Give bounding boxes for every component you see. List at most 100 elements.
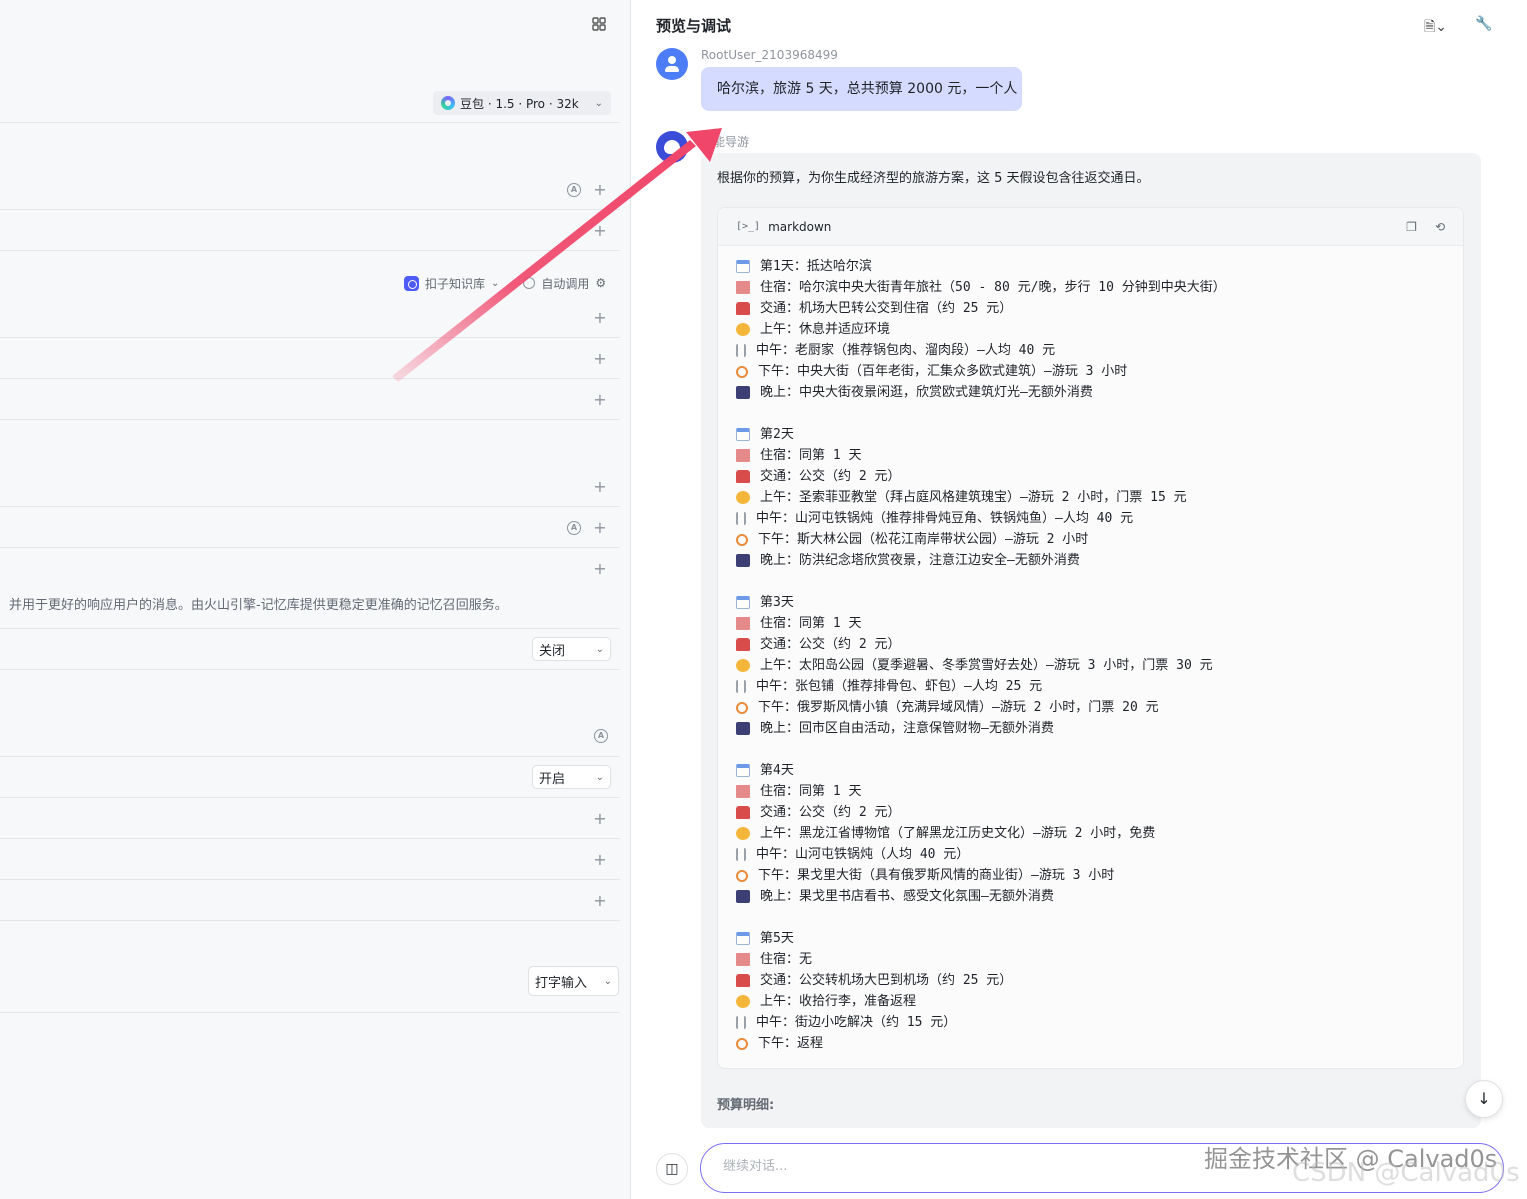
layout-grid-icon[interactable] bbox=[591, 16, 607, 32]
itinerary-text: 上午：收拾行李，准备返程 bbox=[760, 994, 917, 1009]
auto-mode-icon[interactable]: A bbox=[567, 183, 581, 197]
model-selector[interactable]: 豆包 · 1.5 · Pro · 32k ⌄ bbox=[433, 91, 611, 115]
budget-heading: 预算明细: bbox=[717, 1098, 775, 1113]
itinerary-line: 上午：太阳岛公园（夏季避暑、冬季赏雪好去处）—游玩 3 小时，门票 30 元 bbox=[736, 655, 1463, 676]
itinerary-line: 第1天：抵达哈尔滨 bbox=[736, 256, 1463, 277]
chevron-down-icon: ⌄ bbox=[603, 975, 612, 987]
itinerary-text: 交通：公交（约 2 元） bbox=[760, 469, 901, 484]
divider bbox=[0, 378, 620, 379]
itinerary-day: 第2天 住宿：同第 1 天交通：公交（约 2 元） 上午：圣索菲亚教堂（拜占庭风格建… bbox=[736, 424, 1463, 571]
config-panel: 豆包 · 1.5 · Pro · 32k ⌄ A + + 扣子知识库 ⌄ 自动调… bbox=[0, 0, 631, 1199]
hotel-icon bbox=[736, 449, 750, 462]
itinerary-text: 住宿：哈尔滨中央大街青年旅社（50 - 80 元/晚，步行 10 分钟到中央大街… bbox=[760, 280, 1226, 295]
input-mode-select[interactable]: 打字输入 ⌄ bbox=[528, 966, 619, 996]
itinerary-line: 住宿：同第 1 天 bbox=[736, 781, 1463, 802]
model-label: 豆包 · 1.5 · Pro · 32k bbox=[460, 96, 579, 111]
itinerary-text: 中午：老厨家（推荐锅包肉、溜肉段）—人均 40 元 bbox=[756, 343, 1056, 358]
itinerary-text: 上午：黑龙江省博物馆（了解黑龙江历史文化）—游玩 2 小时，免费 bbox=[760, 826, 1156, 841]
select-value: 打字输入 bbox=[535, 975, 588, 991]
debug-icon[interactable]: 🗎⌄ bbox=[1424, 16, 1447, 40]
chevron-down-icon[interactable]: ⌄ bbox=[491, 278, 499, 289]
user-avatar bbox=[656, 48, 688, 80]
scroll-to-bottom-button[interactable]: ↓ bbox=[1465, 1080, 1503, 1118]
add-background-button[interactable]: + bbox=[593, 893, 607, 909]
itinerary-line: 晚上：果戈里书店看书、感受文化氛围—无额外消费 bbox=[736, 886, 1463, 907]
itinerary-text: 住宿：同第 1 天 bbox=[760, 616, 862, 631]
itinerary-line: 住宿：哈尔滨中央大街青年旅社（50 - 80 元/晚，步行 10 分钟到中央大街… bbox=[736, 277, 1463, 298]
itinerary-line: 上午：圣索菲亚教堂（拜占庭风格建筑瑰宝）—游玩 2 小时，门票 15 元 bbox=[736, 487, 1463, 508]
add-image-knowledge-button[interactable]: + bbox=[593, 392, 607, 408]
itinerary-day: 第1天：抵达哈尔滨住宿：哈尔滨中央大街青年旅社（50 - 80 元/晚，步行 1… bbox=[736, 256, 1463, 403]
itinerary-text: 上午：休息并适应环境 bbox=[760, 322, 891, 337]
auto-call-icon bbox=[523, 277, 536, 289]
itinerary-text: 第4天 bbox=[760, 763, 794, 778]
toggle-select-on[interactable]: 开启 ⌄ bbox=[532, 765, 611, 789]
itinerary-line: 晚上：防洪纪念塔欣赏夜景，注意江边安全—无额外消费 bbox=[736, 550, 1463, 571]
night-icon bbox=[736, 386, 750, 399]
add-workflow-button[interactable]: + bbox=[593, 223, 607, 239]
hotel-icon bbox=[736, 785, 750, 798]
itinerary-line: 第5天 bbox=[736, 928, 1463, 949]
itinerary-text: 下午：返程 bbox=[758, 1036, 824, 1051]
calendar-icon bbox=[736, 260, 750, 273]
itinerary-text: 第3天 bbox=[760, 595, 794, 610]
itinerary-text: 第5天 bbox=[760, 931, 794, 946]
itinerary-text: 交通：公交（约 2 元） bbox=[760, 805, 901, 820]
bus-icon bbox=[736, 470, 750, 483]
food-icon bbox=[736, 848, 746, 861]
night-icon bbox=[736, 890, 750, 903]
itinerary-line: 下午：中央大街（百年老街，汇集众多欧式建筑）—游玩 3 小时 bbox=[736, 361, 1463, 382]
add-database-button[interactable]: + bbox=[593, 520, 607, 536]
select-value: 关闭 bbox=[539, 643, 566, 659]
auto-mode-icon[interactable]: A bbox=[594, 729, 608, 743]
calendar-icon bbox=[736, 764, 750, 777]
auto-mode-icon[interactable]: A bbox=[567, 521, 581, 535]
page-title: 预览与调试 bbox=[656, 17, 732, 35]
chevron-down-icon: ⌄ bbox=[595, 771, 604, 783]
add-memory-button[interactable]: + bbox=[593, 561, 607, 577]
itinerary-day: 第3天 住宿：同第 1 天交通：公交（约 2 元） 上午：太阳岛公园（夏季避暑、冬季… bbox=[736, 592, 1463, 739]
itinerary-text: 下午：斯大林公园（松花江南岸带状公园）—游玩 2 小时 bbox=[758, 532, 1089, 547]
add-plugin-button[interactable]: + bbox=[593, 182, 607, 198]
itinerary-line: 上午：收拾行李，准备返程 bbox=[736, 991, 1463, 1012]
divider bbox=[0, 419, 620, 420]
bike-icon bbox=[736, 701, 748, 714]
toggle-select-off[interactable]: 关闭 ⌄ bbox=[532, 637, 611, 661]
itinerary-line: 中午：张包铺（推荐排骨包、虾包）—人均 25 元 bbox=[736, 676, 1463, 697]
itinerary-line: 中午：街边小吃解决（约 15 元） bbox=[736, 1012, 1463, 1033]
divider bbox=[0, 1012, 620, 1013]
user-name: RootUser_2103968499 bbox=[701, 48, 838, 62]
clear-history-button[interactable]: ◫ bbox=[656, 1153, 688, 1185]
itinerary-text: 住宿：无 bbox=[760, 952, 813, 967]
itinerary-text: 交通：公交转机场大巴到机场（约 25 元） bbox=[760, 973, 1013, 988]
add-variable-button[interactable]: + bbox=[593, 479, 607, 495]
itinerary-text: 下午：中央大街（百年老街，汇集众多欧式建筑）—游玩 3 小时 bbox=[758, 364, 1128, 379]
add-text-knowledge-button[interactable]: + bbox=[593, 310, 607, 326]
bot-intro-text: 根据你的预算，为你生成经济型的旅游方案，这 5 天假设包含往返交通日。 bbox=[717, 171, 1150, 186]
undo-icon[interactable]: ⟲ bbox=[1435, 220, 1445, 234]
itinerary-text: 住宿：同第 1 天 bbox=[760, 784, 862, 799]
itinerary-line: 第4天 bbox=[736, 760, 1463, 781]
itinerary-line: 住宿：同第 1 天 bbox=[736, 445, 1463, 466]
knowledge-base-selector[interactable]: 扣子知识库 bbox=[425, 275, 485, 292]
divider bbox=[0, 209, 620, 210]
divider bbox=[0, 756, 620, 757]
knowledge-base-icon bbox=[404, 275, 419, 291]
hotel-icon bbox=[736, 617, 750, 630]
gear-icon[interactable]: ⚙ bbox=[595, 276, 606, 290]
itinerary-line: 下午：果戈里大街（具有俄罗斯风情的商业街）—游玩 3 小时 bbox=[736, 865, 1463, 886]
auto-call-label[interactable]: 自动调用 bbox=[541, 275, 589, 292]
itinerary-text: 晚上：中央大街夜景闲逛，欣赏欧式建筑灯光—无额外消费 bbox=[760, 385, 1093, 400]
itinerary-line: 晚上：中央大街夜景闲逛，欣赏欧式建筑灯光—无额外消费 bbox=[736, 382, 1463, 403]
itinerary-line: 住宿：无 bbox=[736, 949, 1463, 970]
copy-icon[interactable]: ❐ bbox=[1406, 220, 1417, 234]
add-shortcut-button[interactable]: + bbox=[593, 852, 607, 868]
wrench-icon[interactable]: 🔧 bbox=[1475, 16, 1492, 32]
divider bbox=[0, 122, 620, 123]
calendar-icon bbox=[736, 596, 750, 609]
sun-icon bbox=[736, 995, 750, 1008]
add-table-knowledge-button[interactable]: + bbox=[593, 351, 607, 367]
divider bbox=[0, 669, 620, 670]
night-icon bbox=[736, 554, 750, 567]
add-suggestion-button[interactable]: + bbox=[593, 811, 607, 827]
